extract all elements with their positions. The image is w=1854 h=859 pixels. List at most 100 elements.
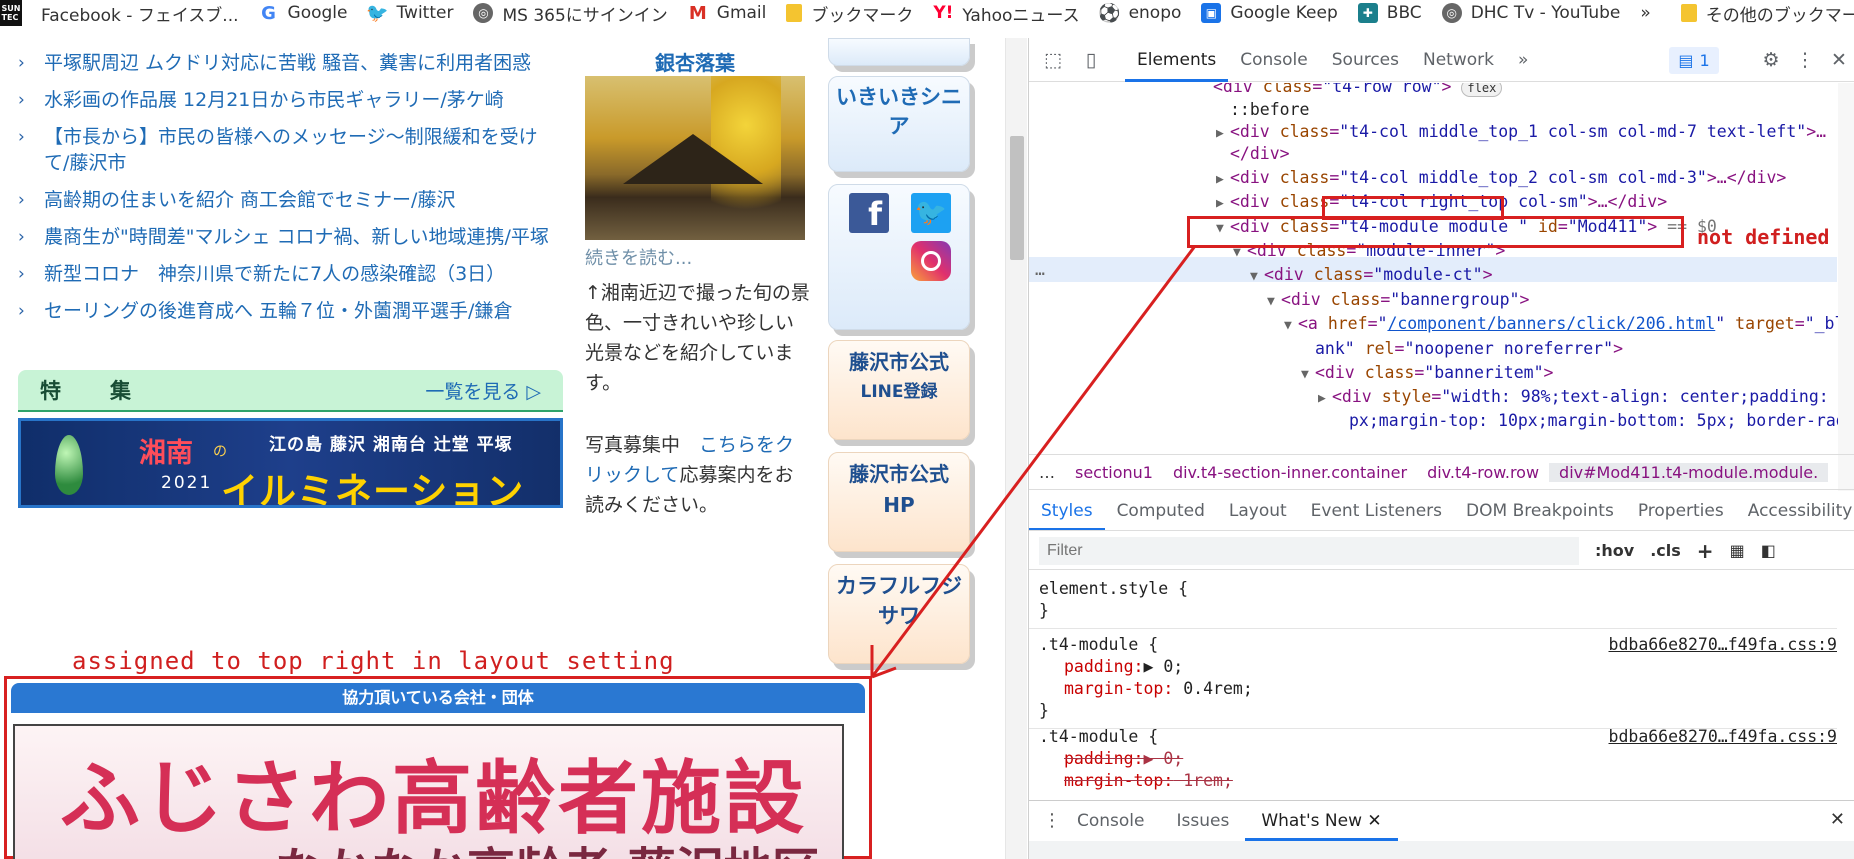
breadcrumb-item[interactable]: sectionu1	[1065, 463, 1163, 482]
breadcrumb-ellipsis[interactable]: …	[1029, 463, 1065, 482]
expand-triangle-icon[interactable]: ▶	[1318, 386, 1332, 411]
dom-node-line[interactable]: ▼ <div class="banneritem">	[1301, 360, 1553, 385]
bookmark-dhc[interactable]: ◎ DHC Tv - YouTube	[1441, 3, 1620, 23]
tab-elements[interactable]: Elements	[1125, 38, 1229, 82]
drawer-tab-console[interactable]: Console	[1061, 801, 1161, 841]
bookmark-gmail[interactable]: M Gmail	[687, 3, 766, 24]
drawer-tab-whats-new[interactable]: What's New ✕	[1245, 801, 1398, 841]
sidebox-colorful[interactable]: カラフルフジサワ	[828, 564, 970, 664]
facebook-icon[interactable]: f	[849, 193, 889, 233]
gear-icon[interactable]: ⚙	[1757, 46, 1785, 74]
breadcrumb-item[interactable]: div#Mod411.t4-module.module.	[1549, 462, 1829, 482]
feature-list-link[interactable]: 一覧を見る ▷	[425, 377, 541, 404]
sidebox-line[interactable]: 藤沢市公式 LINE登録	[828, 340, 970, 440]
dom-node-line[interactable]: ank" rel="noopener noreferrer">	[1301, 336, 1623, 361]
bookmark-keep[interactable]: ▣ Google Keep	[1201, 3, 1338, 23]
tab-accessibility[interactable]: Accessibility	[1736, 491, 1854, 530]
dom-node-line[interactable]: ▼ <div class="bannergroup">	[1267, 287, 1529, 312]
dom-node-menu[interactable]: …	[1035, 257, 1045, 282]
class-toggle[interactable]: .cls	[1650, 541, 1681, 560]
dom-node-line[interactable]: px;margin-top: 10px;margin-bottom: 5px; …	[1335, 408, 1854, 433]
photo-title[interactable]: 銀杏落葉	[585, 47, 805, 76]
bookmarks-more-button[interactable]: »	[1640, 3, 1650, 23]
dom-node-line[interactable]: ▶ <div class="t4-col middle_top_2 col-sm …	[1216, 165, 1786, 190]
inspect-element-icon[interactable]: ⬚	[1039, 46, 1067, 74]
ginkgo-photo[interactable]	[585, 76, 805, 240]
partner-banner-subtext: なかなか高齢者 藤沢地区	[275, 831, 820, 859]
dom-node-line[interactable]: ▶ <div class="t4-col middle_top_1 col-sm …	[1216, 119, 1826, 144]
bookmark-twitter[interactable]: 🐦 Twitter	[366, 2, 453, 24]
styles-filter-input[interactable]	[1039, 536, 1579, 565]
sidebar-toggle-icon[interactable]: ◧	[1761, 541, 1776, 560]
device-toggle-icon[interactable]: ▯	[1077, 46, 1105, 74]
bookmark-suntec[interactable]: SUN TEC	[0, 0, 31, 26]
dom-node-line[interactable]: ▶ <div style="width: 98%;text-align: cent…	[1318, 384, 1849, 409]
kebab-menu-icon[interactable]: ⋮	[1791, 46, 1819, 74]
computed-styles-icon[interactable]: ▦	[1730, 541, 1745, 560]
news-item[interactable]: › 農商生が"時間差"マルシェ コロナ禍、新しい地域連携/平塚	[18, 224, 563, 250]
close-icon[interactable]: ✕	[1830, 809, 1845, 830]
sidebox-top-partial[interactable]	[828, 38, 970, 66]
tab-properties[interactable]: Properties	[1626, 491, 1736, 530]
news-item[interactable]: › 新型コロナ 神奈川県で新たに7人の感染確認（3日）	[18, 261, 563, 287]
kebab-menu-icon[interactable]: ⋮	[1043, 810, 1061, 831]
more-tabs-button[interactable]: »	[1506, 38, 1540, 82]
css-source-link[interactable]: bdba66e8270…f49fa.css:9	[1609, 726, 1837, 748]
drawer-tab-issues[interactable]: Issues	[1161, 801, 1246, 841]
bookmark-facebook[interactable]: Facebook - フェイスブ...	[41, 1, 239, 26]
page-scrollbar[interactable]	[1005, 38, 1027, 859]
sidebox-hp[interactable]: 藤沢市公式 HP	[828, 452, 970, 552]
illumination-banner[interactable]: 湘南 の 江の島 藤沢 湘南台 辻堂 平塚 2021 イルミネーション	[18, 418, 563, 508]
instagram-icon[interactable]	[911, 241, 951, 281]
dom-scrollbar[interactable]	[1838, 83, 1854, 491]
collapse-triangle-icon[interactable]: ▼	[1267, 289, 1281, 314]
bookmark-yahoo[interactable]: Y! Yahooニュース	[933, 1, 1080, 26]
collapse-triangle-icon[interactable]: ▼	[1284, 313, 1298, 338]
css-source-link[interactable]: bdba66e8270…f49fa.css:9	[1609, 634, 1837, 656]
bookmark-bbc[interactable]: ✚ BBC	[1357, 3, 1422, 23]
folder-icon	[786, 4, 803, 22]
news-item[interactable]: › 【市長から】市民の皆様へのメッセージ〜制限緩和を受けて/藤沢市	[18, 124, 563, 176]
news-item[interactable]: › 水彩画の作品展 12月21日から市民ギャラリー/茅ケ崎	[18, 87, 563, 113]
partner-banner-image[interactable]: ふじさわ高齢者施設 なかなか高齢者 藤沢地区	[13, 724, 844, 859]
page-scroll-thumb[interactable]	[1010, 136, 1024, 260]
tab-layout[interactable]: Layout	[1217, 491, 1299, 530]
read-more-link[interactable]: 続きを読む...	[585, 244, 692, 270]
issues-badge[interactable]: ▤ 1	[1669, 47, 1719, 74]
tab-event-listeners[interactable]: Event Listeners	[1299, 491, 1454, 530]
dom-node-line[interactable]: </div>	[1216, 141, 1290, 166]
bookmark-enopo[interactable]: ⚽ enopo	[1098, 3, 1181, 24]
feature-title: 特 集	[40, 379, 145, 403]
breadcrumb-item[interactable]: div.t4-row.row	[1417, 463, 1549, 482]
tab-console[interactable]: Console	[1228, 38, 1320, 82]
tab-dom-breakpoints[interactable]: DOM Breakpoints	[1454, 491, 1626, 530]
sidebox-senior[interactable]: いきいきシニア	[828, 76, 970, 172]
add-rule-button[interactable]: +	[1697, 539, 1714, 563]
twitter-icon[interactable]: 🐦	[911, 193, 951, 233]
news-item[interactable]: › 高齢期の住まいを紹介 商工会館でセミナー/藤沢	[18, 187, 563, 213]
close-icon[interactable]: ✕	[1367, 811, 1381, 831]
news-item[interactable]: › セーリングの後進育成へ 五輪７位・外薗潤平選手/鎌倉	[18, 298, 563, 324]
breadcrumb-item[interactable]: div.t4-section-inner.container	[1163, 463, 1417, 482]
tab-network[interactable]: Network	[1411, 38, 1506, 82]
close-icon[interactable]: ✕	[1825, 46, 1853, 74]
news-item[interactable]: › 平塚駅周辺 ムクドリ対応に苦戦 騒音、糞害に利用者困惑	[18, 50, 563, 76]
tab-computed[interactable]: Computed	[1105, 491, 1217, 530]
dom-tree: … <div class="t4-row row"> flex::before ▶…	[1029, 83, 1854, 491]
dom-node-line[interactable]: ▼ <a href="/component/banners/click/206.h…	[1284, 311, 1844, 336]
tab-sources[interactable]: Sources	[1320, 38, 1411, 82]
twitter-icon: 🐦	[366, 2, 389, 24]
bookmark-folder[interactable]: ブックマーク	[786, 1, 913, 26]
bookmark-ms365[interactable]: ◎ MS 365にサインイン	[473, 1, 668, 26]
bookmark-google[interactable]: G Google	[258, 3, 347, 24]
collapse-triangle-icon[interactable]: ▼	[1301, 362, 1315, 387]
bookmark-other[interactable]: その他のブックマーク	[1680, 1, 1854, 26]
tab-styles[interactable]: Styles	[1029, 491, 1105, 530]
sidebox-hp-label1: 藤沢市公式	[849, 462, 949, 486]
collapse-triangle-icon[interactable]: ▼	[1250, 264, 1264, 289]
annotation-right: not defined	[1697, 225, 1830, 249]
expand-triangle-icon[interactable]: ▶	[1216, 191, 1230, 216]
hover-state-toggle[interactable]: :hov	[1595, 541, 1634, 560]
banner-particle: の	[213, 444, 227, 460]
dom-node-line[interactable]: ▼ <div class="module-ct">	[1250, 262, 1493, 287]
